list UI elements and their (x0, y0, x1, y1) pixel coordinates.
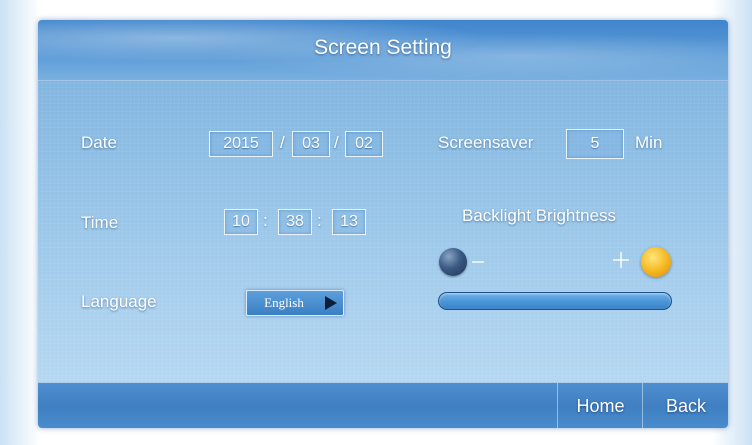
time-hour-field[interactable]: 10 (224, 209, 258, 235)
title-bar: Screen Setting (38, 20, 728, 81)
date-separator: / (334, 133, 339, 152)
screensaver-unit: Min (635, 133, 663, 152)
home-button[interactable]: Home (557, 383, 643, 428)
language-value: English (264, 295, 304, 310)
brightness-slider[interactable] (438, 292, 672, 310)
brightness-high-icon[interactable] (641, 247, 671, 277)
time-minute-field[interactable]: 38 (278, 209, 312, 235)
plus-icon (613, 252, 629, 268)
language-label: Language (81, 292, 157, 311)
time-second-field[interactable]: 13 (332, 209, 366, 235)
time-separator: : (317, 211, 322, 230)
date-label: Date (81, 133, 117, 152)
brightness-slider-fill (439, 293, 671, 309)
backlight-label: Backlight Brightness (462, 206, 617, 225)
date-separator: / (280, 133, 285, 152)
time-label: Time (81, 213, 119, 232)
screen-setting-panel: Screen Setting Date 2015 / 03 / 02 Time … (38, 20, 728, 428)
play-arrow-icon[interactable] (325, 296, 337, 310)
date-month-field[interactable]: 03 (292, 131, 330, 157)
brightness-low-icon[interactable] (439, 248, 467, 276)
time-separator: : (263, 211, 268, 230)
date-day-field[interactable]: 02 (345, 131, 383, 157)
bottom-nav-bar: Home Back (38, 382, 728, 428)
screensaver-field[interactable]: 5 (566, 129, 624, 159)
language-selector-button[interactable]: English (246, 290, 344, 316)
minus-icon (472, 261, 484, 263)
back-button[interactable]: Back (642, 383, 728, 428)
screensaver-label: Screensaver (438, 133, 534, 152)
date-year-field[interactable]: 2015 (209, 131, 273, 157)
page-title: Screen Setting (314, 36, 452, 59)
